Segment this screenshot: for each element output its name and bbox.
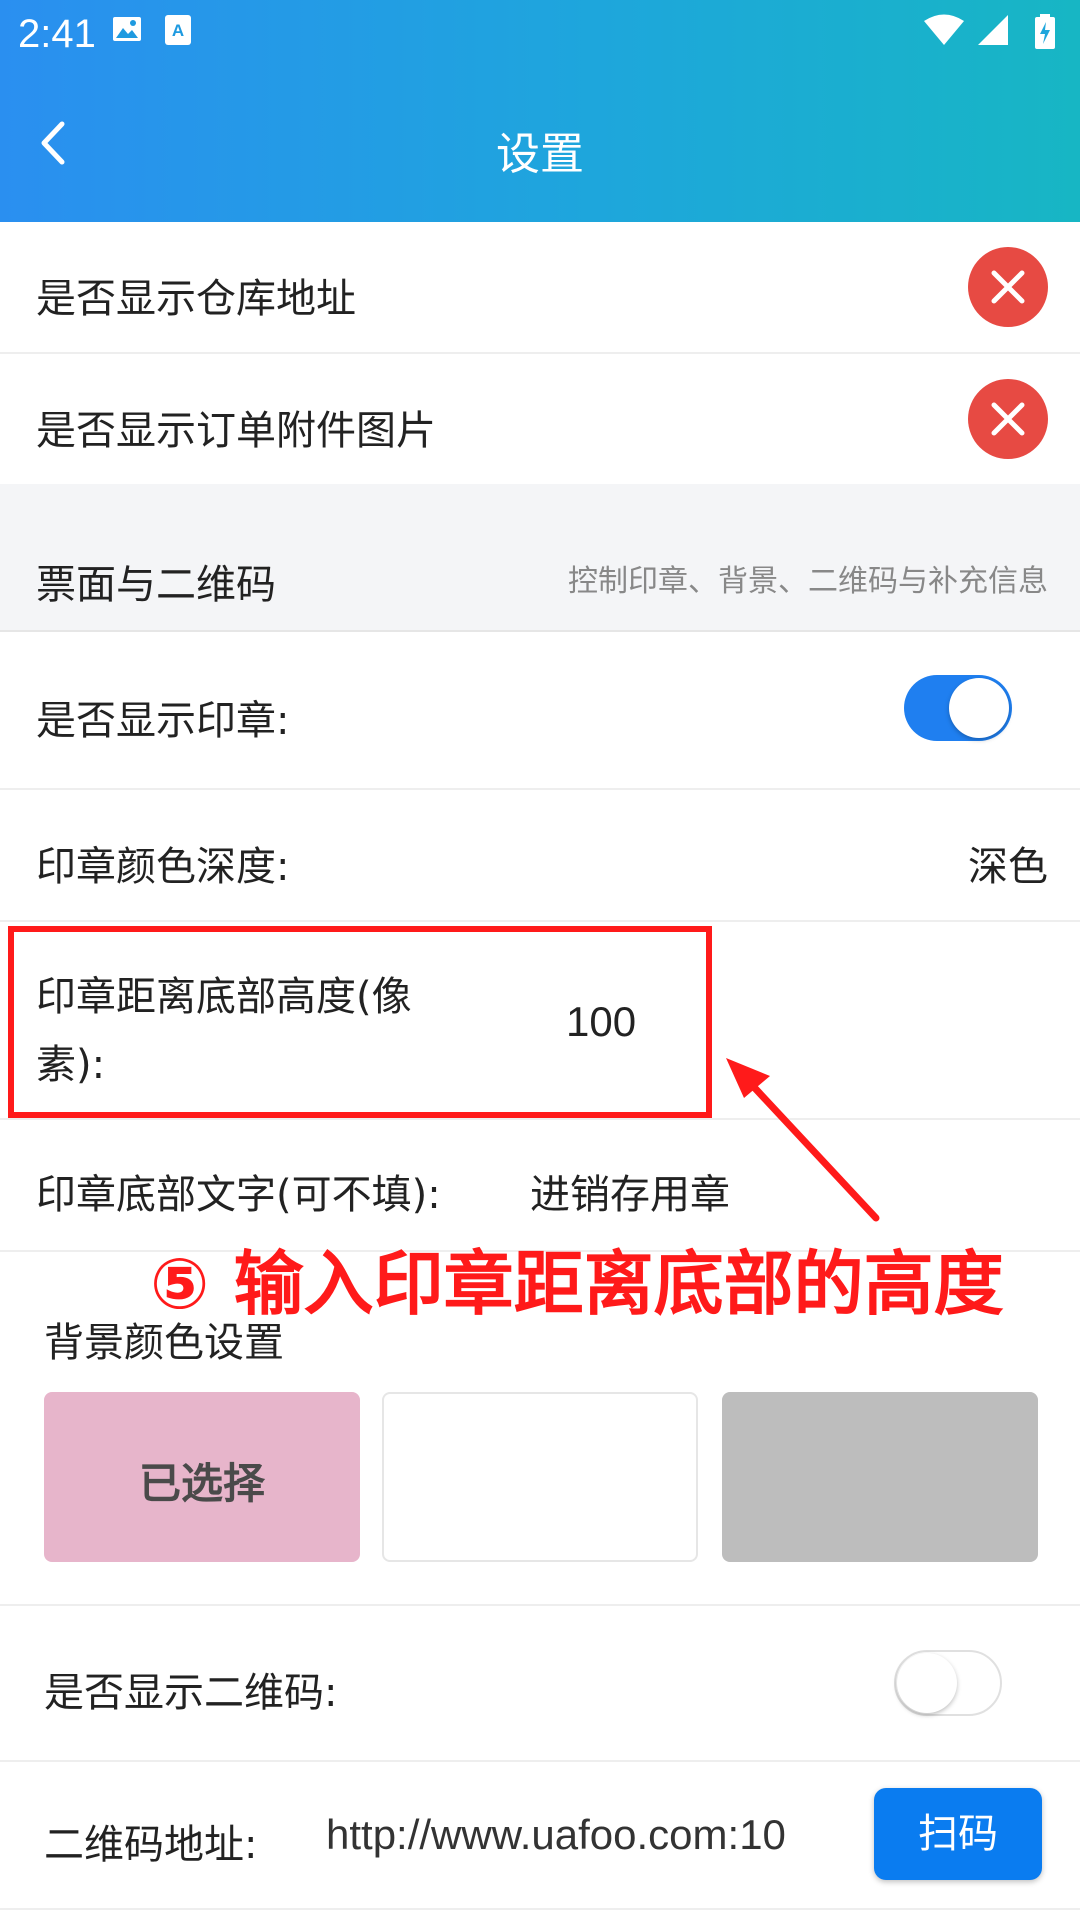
- row-show-stamp: 是否显示印章:: [0, 632, 1080, 790]
- app-notification-icon: A: [164, 14, 192, 50]
- swatch-selected-text: 已选择: [138, 1459, 265, 1508]
- status-time: 2:41: [18, 12, 96, 56]
- page-title: 设置: [496, 129, 584, 180]
- stamp-bottom-height-label-line1: 印章距离底部高度(像: [36, 974, 412, 1020]
- svg-text:A: A: [172, 21, 184, 40]
- qrcode-url-label: 二维码地址:: [44, 1822, 258, 1868]
- background-swatch-gray[interactable]: [722, 1392, 1038, 1562]
- wifi-icon: [924, 14, 964, 50]
- scan-button[interactable]: 扫码: [874, 1788, 1042, 1880]
- stamp-bottom-height-input[interactable]: 100: [566, 998, 636, 1046]
- section-header-ticket-qrcode: 票面与二维码 控制印章、背景、二维码与补充信息: [0, 484, 1080, 632]
- warehouse-address-toggle[interactable]: [968, 247, 1048, 327]
- close-icon: [991, 402, 1025, 436]
- order-attachments-toggle[interactable]: [968, 379, 1048, 459]
- signal-icon: [976, 14, 1010, 50]
- row-show-order-attachments: 是否显示订单附件图片: [0, 354, 1080, 486]
- image-notification-icon: [112, 14, 142, 48]
- stamp-color-depth-value: 深色: [968, 844, 1048, 890]
- switch-knob: [949, 678, 1009, 738]
- show-stamp-label: 是否显示印章:: [36, 698, 290, 744]
- stamp-color-depth-label: 印章颜色深度:: [36, 844, 290, 890]
- order-attachments-label: 是否显示订单附件图片: [36, 408, 436, 454]
- row-show-warehouse-address: 是否显示仓库地址: [0, 222, 1080, 354]
- section-title: 票面与二维码: [36, 562, 276, 608]
- row-show-qrcode: 是否显示二维码:: [0, 1606, 1080, 1762]
- annotation-text: ⑤ 输入印章距离底部的高度: [150, 1243, 1004, 1325]
- stamp-bottom-height-label-line2: 素):: [36, 1042, 106, 1088]
- app-header: 2:41 A 设置: [0, 0, 1080, 222]
- show-qrcode-label: 是否显示二维码:: [44, 1670, 338, 1716]
- section-description: 控制印章、背景、二维码与补充信息: [568, 564, 1048, 599]
- show-qrcode-switch[interactable]: [894, 1650, 1002, 1716]
- background-swatch-pink[interactable]: 已选择: [44, 1392, 360, 1562]
- row-stamp-color-depth[interactable]: 印章颜色深度: 深色: [0, 790, 1080, 922]
- switch-knob: [897, 1653, 957, 1713]
- warehouse-address-label: 是否显示仓库地址: [36, 276, 356, 322]
- status-bar: 2:41 A: [0, 0, 1080, 76]
- stamp-bottom-text-label: 印章底部文字(可不填):: [36, 1172, 441, 1218]
- show-stamp-switch[interactable]: [904, 675, 1012, 741]
- background-swatch-white[interactable]: [382, 1392, 698, 1562]
- close-icon: [991, 270, 1025, 304]
- row-stamp-bottom-height: 印章距离底部高度(像 素): 100: [0, 922, 1080, 1120]
- qrcode-url-input[interactable]: [326, 1800, 846, 1870]
- battery-charging-icon: [1034, 14, 1056, 54]
- annotation-arrow-icon: [726, 1058, 880, 1222]
